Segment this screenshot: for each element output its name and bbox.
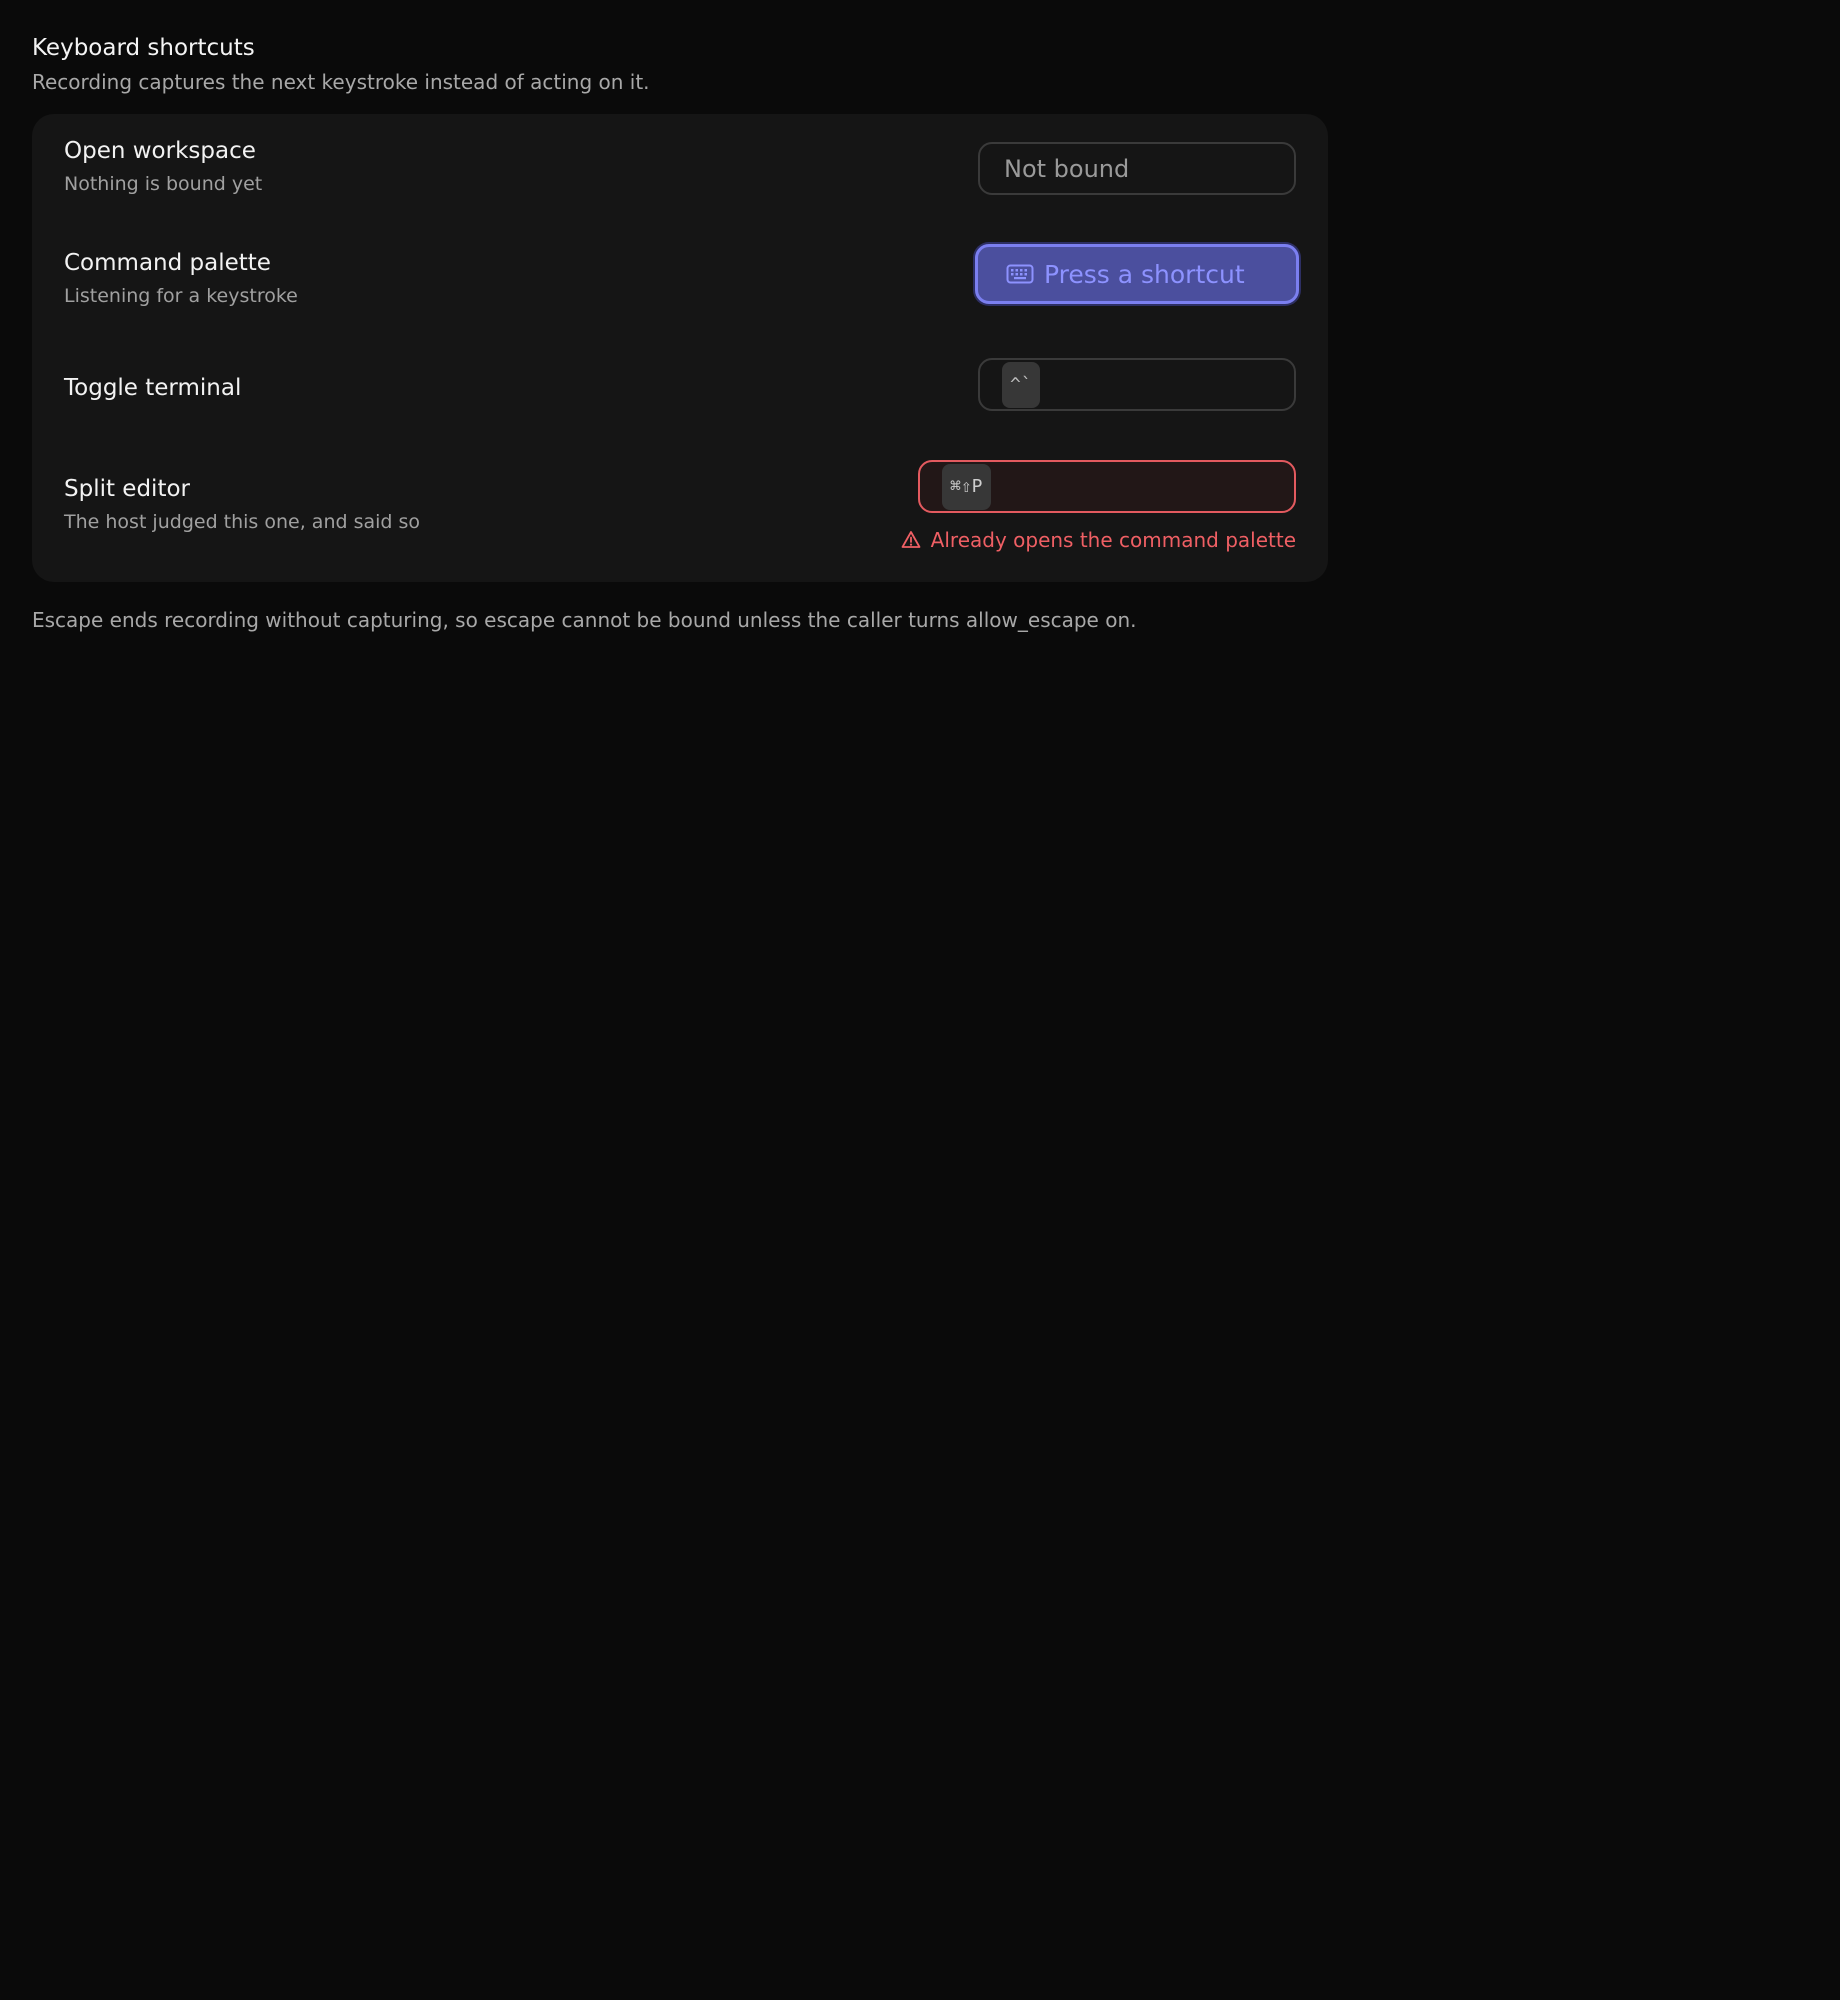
shortcut-recorder-field[interactable]: ^`	[978, 358, 1296, 411]
shortcut-row-command-palette: Command palette Listening for a keystrok…	[64, 244, 1299, 336]
keyboard-shortcuts-section: Keyboard shortcuts Recording captures th…	[32, 30, 1328, 636]
keycap: ^`	[1002, 361, 1040, 408]
shortcut-row-toggle-terminal: Toggle terminal ^`	[64, 358, 1296, 428]
section-subtitle: Recording captures the next keystroke in…	[32, 70, 650, 94]
press-shortcut-label: Press a shortcut	[1044, 259, 1245, 289]
shortcut-recorder-field-recording[interactable]: Press a shortcut	[975, 244, 1299, 304]
shortcut-row-split-editor: Split editor The host judged this one, a…	[64, 460, 1296, 574]
shortcuts-panel: Open workspace Nothing is bound yet Not …	[32, 114, 1328, 582]
error-text: Already opens the command palette	[930, 528, 1296, 552]
conflict-error-message: Already opens the command palette	[901, 526, 1296, 554]
shortcut-recorder-field[interactable]: Not bound	[978, 142, 1296, 195]
not-bound-label: Not bound	[1004, 154, 1130, 183]
escape-footnote: Escape ends recording without capturing,…	[32, 608, 1137, 632]
shortcut-recorder-field-error[interactable]: ⌘⇧P	[918, 460, 1296, 513]
section-title: Keyboard shortcuts	[32, 35, 255, 61]
keycap: ⌘⇧P	[942, 463, 991, 510]
warning-triangle-icon	[901, 531, 921, 548]
keyboard-icon	[1006, 264, 1034, 284]
shortcut-row-open-workspace: Open workspace Nothing is bound yet Not …	[64, 134, 1296, 224]
